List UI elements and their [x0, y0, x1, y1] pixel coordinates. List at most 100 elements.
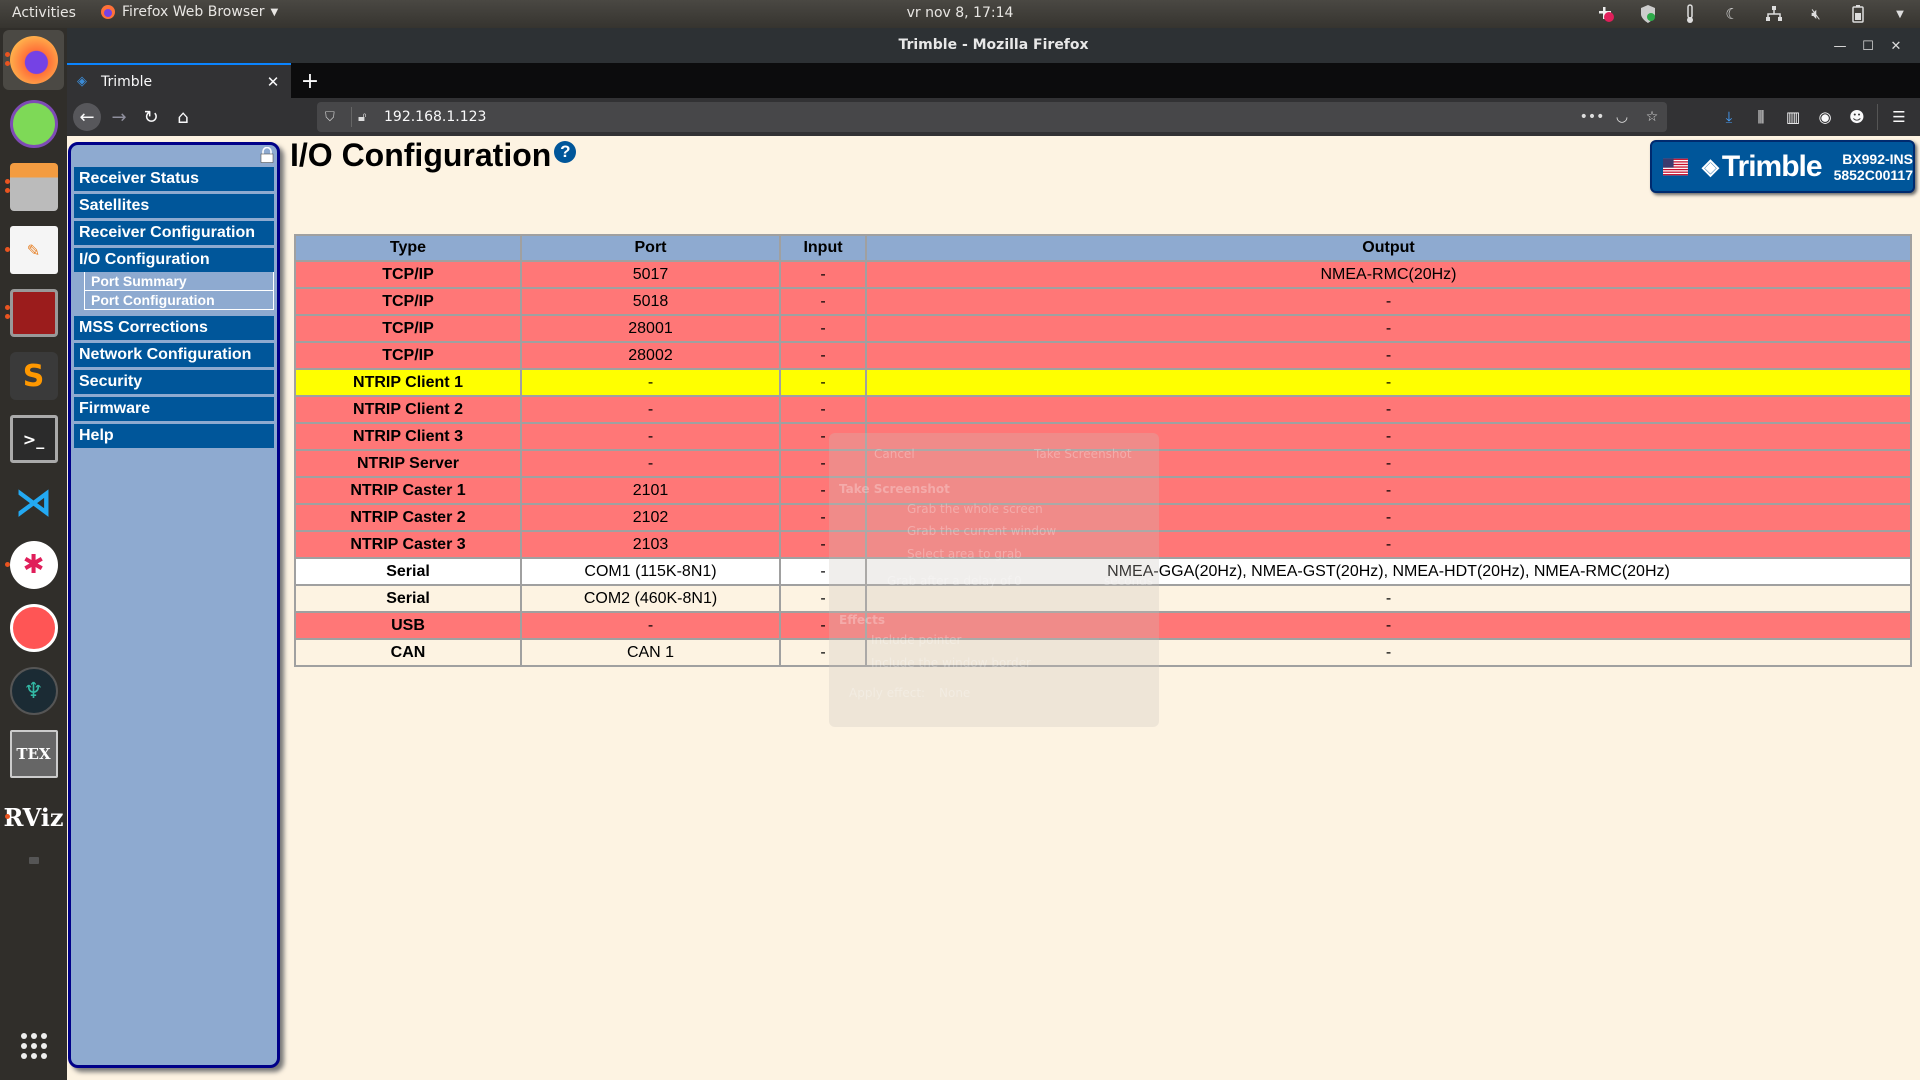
- system-menu-chevron-icon[interactable]: ▼: [1890, 4, 1910, 24]
- back-button[interactable]: ←: [73, 103, 101, 131]
- camera-icon: [28, 856, 39, 864]
- minimize-button[interactable]: —: [1828, 34, 1852, 58]
- lock-icon[interactable]: [260, 147, 274, 163]
- show-applications-button[interactable]: [3, 1016, 64, 1076]
- close-window-button[interactable]: ✕: [1884, 34, 1908, 58]
- submenu-item-port-summary[interactable]: Port Summary: [84, 272, 274, 291]
- page-actions-icon[interactable]: •••: [1577, 109, 1607, 125]
- tab-title: Trimble: [101, 73, 153, 90]
- window-titlebar[interactable]: Trimble - Mozilla Firefox — ☐ ✕: [67, 28, 1920, 63]
- night-light-icon[interactable]: ☾: [1722, 4, 1742, 24]
- home-button[interactable]: ⌂: [169, 103, 197, 131]
- menu-item-help[interactable]: Help: [74, 424, 274, 448]
- table-row: Serial COM1 (115K-8N1) - NMEA-GGA(20Hz), NM…: [294, 557, 1912, 586]
- cell-port: -: [520, 422, 781, 451]
- menu-item-io-configuration[interactable]: I/O Configuration: [74, 248, 274, 272]
- tracking-protection-shield-icon[interactable]: ⛉: [325, 110, 345, 125]
- table-row: NTRIP Client 3---: [294, 422, 1912, 451]
- tab-trimble[interactable]: ◈ Trimble ✕: [67, 63, 291, 98]
- menu-item-network-configuration[interactable]: Network Configuration: [74, 343, 274, 367]
- app-menu[interactable]: Firefox Web Browser ▼: [100, 4, 278, 20]
- library-icon[interactable]: ⫼: [1747, 103, 1775, 131]
- menu-item-receiver-configuration[interactable]: Receiver Configuration: [74, 221, 274, 245]
- menu-item-mss-corrections[interactable]: MSS Corrections: [74, 316, 274, 340]
- cell-port: 2102: [520, 503, 781, 532]
- sublime-text-icon: S: [9, 352, 58, 400]
- pocket-icon[interactable]: ◡: [1607, 109, 1637, 125]
- table-row: TCP/IP 28002- -: [294, 341, 1912, 370]
- clock[interactable]: vr nov 8, 17:14: [907, 5, 1014, 21]
- bookmark-star-icon[interactable]: ☆: [1637, 109, 1667, 125]
- table-row: NTRIP Caster 1 2101- -: [294, 476, 1912, 505]
- dock-item-gitkraken[interactable]: ♆: [3, 661, 64, 721]
- help-question-icon[interactable]: ?: [554, 140, 577, 163]
- dock-item-firefox[interactable]: [3, 30, 64, 90]
- thermometer-icon[interactable]: [1680, 4, 1700, 24]
- cell-type: Serial: [294, 584, 522, 613]
- menu-item-receiver-status[interactable]: Receiver Status: [74, 167, 274, 191]
- dock-item-screenshot[interactable]: [3, 850, 64, 870]
- dock-item-terminal[interactable]: >_: [3, 409, 64, 469]
- cell-type: NTRIP Caster 1: [294, 476, 522, 505]
- cell-input: -: [779, 503, 867, 532]
- dock-item-texmaker[interactable]: TEX: [3, 724, 64, 784]
- hamburger-menu-icon[interactable]: ☰: [1885, 103, 1913, 131]
- table-row: NTRIP Server - - -: [294, 449, 1912, 478]
- ghost-effect-value: None: [939, 686, 971, 700]
- menu-item-firmware[interactable]: Firmware: [74, 397, 274, 421]
- menu-list: Receiver Status Satellites Receiver Conf…: [74, 167, 274, 451]
- cell-output: -: [865, 395, 1912, 424]
- insecure-lock-icon[interactable]: 🔓︎: [358, 110, 376, 125]
- dock-item-terminator[interactable]: [3, 283, 64, 343]
- url-input[interactable]: 192.168.1.123: [384, 109, 1577, 125]
- cell-port: 5018: [520, 287, 781, 316]
- dock-item-tor-browser[interactable]: [3, 94, 64, 154]
- new-tab-button[interactable]: +: [297, 68, 323, 94]
- close-tab-icon[interactable]: ✕: [261, 70, 285, 94]
- io-port-table: Type Port Input Output TCP/IP 5017- NMEA-R…: [294, 234, 1912, 667]
- activities-button[interactable]: Activities: [12, 5, 76, 21]
- account-icon[interactable]: ◉: [1811, 103, 1839, 131]
- slack-icon: ✱: [9, 541, 58, 589]
- system-tray[interactable]: ☾ 🔇︎ ▼: [1596, 3, 1910, 25]
- dock-item-rviz[interactable]: RViz: [3, 787, 64, 847]
- cell-type: NTRIP Caster 2: [294, 503, 522, 532]
- submenu-item-port-configuration[interactable]: Port Configuration: [84, 291, 274, 310]
- shield-check-icon[interactable]: [1638, 4, 1658, 24]
- maximize-button[interactable]: ☐: [1856, 34, 1880, 58]
- dock-item-text-editor[interactable]: ✎: [3, 220, 64, 280]
- downloads-icon[interactable]: ⤓: [1715, 103, 1743, 131]
- dock-item-files[interactable]: [3, 157, 64, 217]
- page-title: I/O Configuration: [290, 137, 552, 173]
- extension-icon[interactable]: ☻: [1843, 103, 1871, 131]
- dock-item-sublime-text[interactable]: S: [3, 346, 64, 406]
- app-menu-label: Firefox Web Browser: [122, 4, 265, 20]
- cell-port: -: [520, 395, 781, 424]
- slack-icon[interactable]: [1596, 4, 1616, 24]
- column-header-input: Input: [779, 234, 867, 262]
- file-cabinet-icon: [9, 163, 58, 211]
- table-row: NTRIP Client 1---: [294, 368, 1912, 397]
- us-flag-icon[interactable]: [1663, 156, 1688, 178]
- menu-item-satellites[interactable]: Satellites: [74, 194, 274, 218]
- dock: ✎ S >_ ⋊ ✱ ♆ TEX RViz: [0, 28, 67, 1080]
- cell-input: -: [779, 395, 867, 424]
- reload-button[interactable]: ↻: [137, 103, 165, 131]
- forward-button[interactable]: →: [105, 103, 133, 131]
- dock-item-slack[interactable]: ✱: [3, 535, 64, 595]
- cell-type: NTRIP Client 2: [294, 395, 522, 424]
- dock-item-mind-map[interactable]: [3, 598, 64, 658]
- battery-icon[interactable]: [1848, 4, 1868, 24]
- cell-input: -: [779, 449, 867, 478]
- receiver-model: BX992-INS: [1842, 150, 1913, 167]
- menu-item-security[interactable]: Security: [74, 370, 274, 394]
- address-bar[interactable]: ⛉ 🔓︎ 192.168.1.123 ••• ◡ ☆: [317, 102, 1667, 132]
- cell-output: NMEA-GGA(20Hz), NMEA-GST(20Hz), NMEA-HDT…: [865, 557, 1912, 586]
- dock-item-vscode[interactable]: ⋊: [3, 472, 64, 532]
- cell-input: -: [779, 584, 867, 613]
- table-row: NTRIP Client 2---: [294, 395, 1912, 424]
- cell-type: NTRIP Caster 3: [294, 530, 522, 559]
- volume-muted-icon[interactable]: 🔇︎: [1806, 4, 1826, 24]
- network-icon[interactable]: [1764, 4, 1784, 24]
- sidebar-toggle-icon[interactable]: ▥: [1779, 103, 1807, 131]
